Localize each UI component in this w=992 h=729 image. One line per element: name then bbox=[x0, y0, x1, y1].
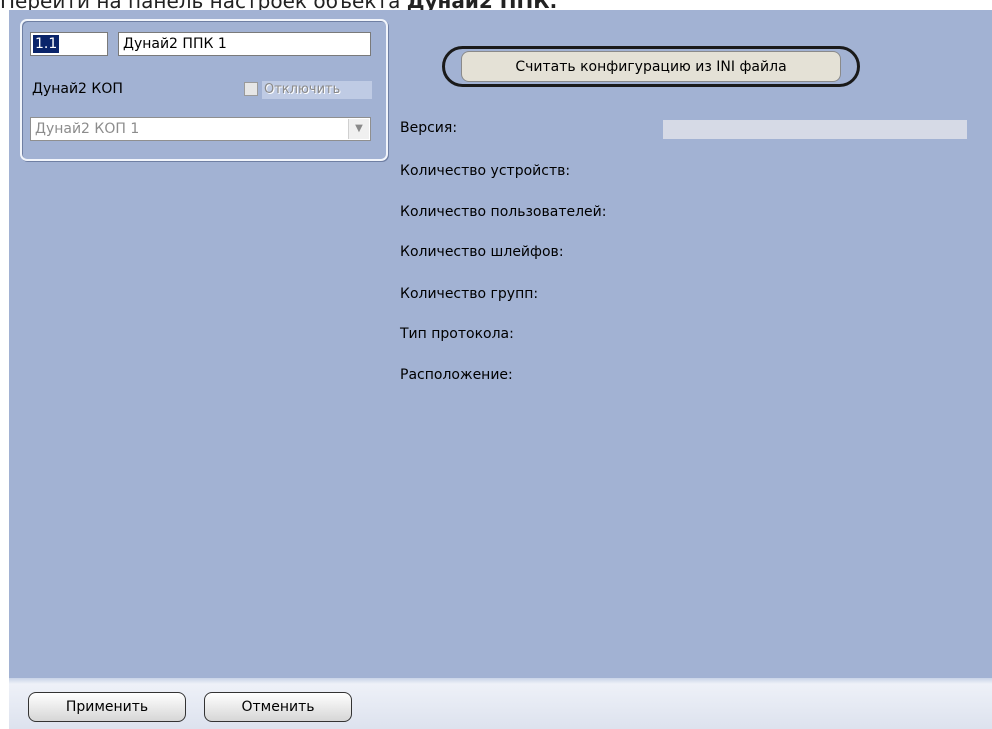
chevron-down-icon[interactable]: ▼ bbox=[348, 119, 369, 139]
protocol-type-label: Тип протокола: bbox=[400, 326, 514, 342]
object-name-field[interactable]: Дунай2 ППК 1 bbox=[118, 32, 371, 56]
read-ini-highlight: Считать конфигурацию из INI файла bbox=[442, 46, 860, 87]
object-id-value: 1.1 bbox=[33, 35, 60, 53]
version-value-field bbox=[663, 120, 967, 139]
device-count-label: Количество устройств: bbox=[400, 163, 571, 179]
object-type-label: Дунай2 КОП bbox=[32, 81, 123, 97]
user-count-label: Количество пользователей: bbox=[400, 204, 607, 220]
read-ini-button[interactable]: Считать конфигурацию из INI файла bbox=[461, 51, 841, 82]
location-label: Расположение: bbox=[400, 367, 513, 383]
disable-checkbox-label[interactable]: Отключить bbox=[262, 81, 372, 99]
cancel-button[interactable]: Отменить bbox=[204, 692, 352, 722]
object-id-field[interactable]: 1.1 bbox=[30, 32, 108, 56]
loop-count-label: Количество шлейфов: bbox=[400, 244, 564, 260]
apply-button[interactable]: Применить bbox=[28, 692, 186, 722]
group-count-label: Количество групп: bbox=[400, 286, 539, 302]
disable-checkbox[interactable] bbox=[244, 82, 258, 96]
version-label: Версия: bbox=[400, 120, 458, 136]
device-select-value: Дунай2 КОП 1 bbox=[35, 121, 140, 137]
device-select[interactable]: Дунай2 КОП 1 ▼ bbox=[30, 117, 371, 141]
